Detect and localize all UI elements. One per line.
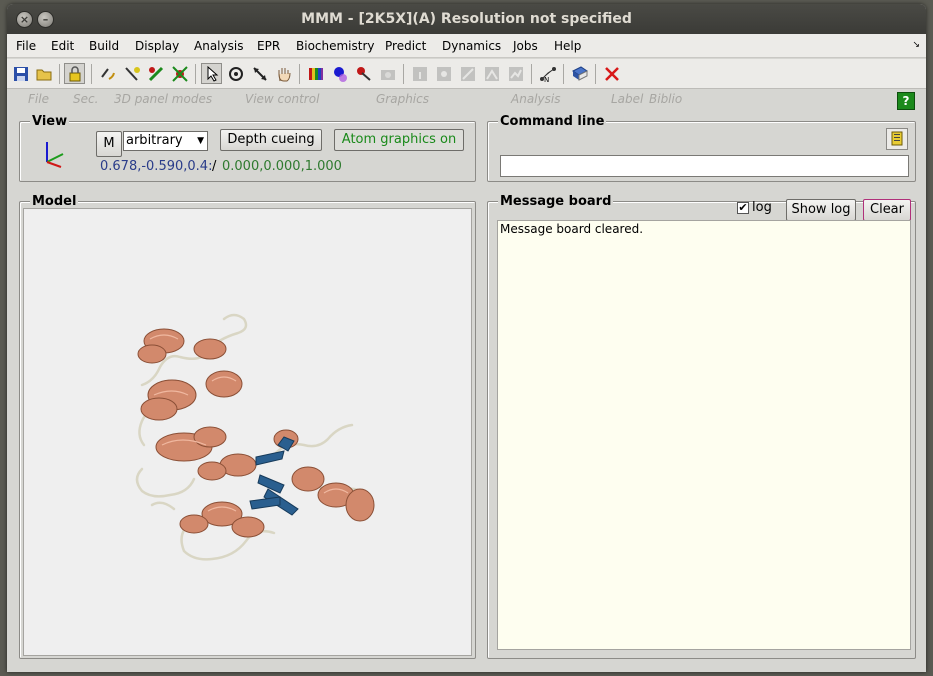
projection-value: arbitrary <box>126 133 183 148</box>
title-bar: × – MMM - [2K5X](A) Resolution not speci… <box>7 4 926 34</box>
menu-file[interactable]: File <box>16 39 36 53</box>
toolbar-separator <box>595 64 596 84</box>
view-panel: View M arbitrary ▼ Depth cueing Atom gra… <box>19 114 476 182</box>
log-checkbox-label: log <box>752 200 772 215</box>
menu-jobs[interactable]: Jobs <box>513 39 538 53</box>
toolbar-separator <box>91 64 92 84</box>
network-icon[interactable]: N <box>537 63 558 84</box>
show-log-button[interactable]: Show log <box>786 199 856 221</box>
mode-sec[interactable]: Sec. <box>73 92 98 106</box>
rotate-bond-icon[interactable] <box>97 63 118 84</box>
book-icon[interactable] <box>569 63 590 84</box>
menu-edit[interactable]: Edit <box>51 39 74 53</box>
m-button[interactable]: M <box>96 131 122 157</box>
toolbar-separator <box>403 64 404 84</box>
model-panel: Model <box>19 194 476 659</box>
view-panel-title: View <box>30 114 70 129</box>
clipboard-icon[interactable] <box>886 128 908 150</box>
mode-label[interactable]: Label <box>611 92 643 106</box>
toolbar-separator <box>195 64 196 84</box>
menu-dynamics[interactable]: Dynamics <box>442 39 501 53</box>
toolbar: N <box>7 59 926 89</box>
label-icon[interactable] <box>353 63 374 84</box>
window-title: MMM - [2K5X](A) Resolution not specified <box>301 11 632 27</box>
camera-icon[interactable] <box>377 63 398 84</box>
menu-epr[interactable]: EPR <box>257 39 280 53</box>
menu-predict[interactable]: Predict <box>385 39 426 53</box>
view-vector-value: 0.678,-0.590,0.4: <box>100 159 213 174</box>
pointer-icon[interactable] <box>201 63 222 84</box>
mutate-icon[interactable] <box>145 63 166 84</box>
up-vector-value: 0.000,0.000,1.000 <box>222 159 342 174</box>
toolbar-separator <box>531 64 532 84</box>
mode-graphics[interactable]: Graphics <box>376 92 429 106</box>
log-checkbox[interactable]: ✔ <box>737 202 749 214</box>
command-line-panel: Command line <box>487 114 916 182</box>
rotate-icon[interactable] <box>225 63 246 84</box>
menu-analysis[interactable]: Analysis <box>194 39 243 53</box>
close-x-icon[interactable] <box>601 63 622 84</box>
toolbar-separator <box>563 64 564 84</box>
menu-help[interactable]: Help <box>554 39 581 53</box>
add-atom-icon[interactable] <box>121 63 142 84</box>
menu-build[interactable]: Build <box>89 39 119 53</box>
model-panel-title: Model <box>30 194 79 209</box>
atom-graphics-button[interactable]: Atom graphics on <box>334 129 464 151</box>
message-board-title: Message board <box>498 194 614 209</box>
mode-biblio[interactable]: Biblio <box>649 92 682 106</box>
toolbar-separator <box>299 64 300 84</box>
message-board-panel: Message board ✔ log Show log Clear Messa… <box>487 194 916 659</box>
menu-display[interactable]: Display <box>135 39 179 53</box>
help-button[interactable]: ? <box>897 92 915 110</box>
clear-button[interactable]: Clear <box>863 199 911 221</box>
chevron-down-icon: ▼ <box>197 136 204 146</box>
menu-bar: File Edit Build Display Analysis EPR Bio… <box>7 34 926 58</box>
open-folder-icon[interactable] <box>33 63 54 84</box>
vector-separator: / <box>212 159 217 174</box>
mode-analysis[interactable]: Analysis <box>511 92 560 106</box>
command-input[interactable] <box>500 155 909 177</box>
mode-file[interactable]: File <box>28 92 49 106</box>
select-residue-icon[interactable] <box>169 63 190 84</box>
axes-icon <box>46 142 64 168</box>
plot-icon[interactable] <box>505 63 526 84</box>
zoom-icon[interactable] <box>249 63 270 84</box>
tag-icon[interactable] <box>433 63 454 84</box>
measure-angle-icon[interactable] <box>481 63 502 84</box>
model-viewport[interactable] <box>23 208 472 656</box>
pan-hand-icon[interactable] <box>273 63 294 84</box>
projection-select[interactable]: arbitrary ▼ <box>123 131 208 151</box>
svg-text:N: N <box>544 76 549 83</box>
color-icon[interactable] <box>305 63 326 84</box>
protein-structure <box>135 313 375 561</box>
command-line-title: Command line <box>498 114 607 129</box>
info-icon[interactable] <box>409 63 430 84</box>
mode-3d-panel[interactable]: 3D panel modes <box>114 92 212 106</box>
mode-view-control[interactable]: View control <box>245 92 319 106</box>
surface-icon[interactable] <box>329 63 350 84</box>
lock-icon[interactable] <box>64 63 85 84</box>
message-line: Message board cleared. <box>500 222 644 236</box>
main-window: × – MMM - [2K5X](A) Resolution not speci… <box>7 4 926 672</box>
save-icon[interactable] <box>10 63 31 84</box>
depth-cueing-button[interactable]: Depth cueing <box>220 129 322 151</box>
menu-biochemistry[interactable]: Biochemistry <box>296 39 375 53</box>
measure-distance-icon[interactable] <box>457 63 478 84</box>
menu-overflow-icon[interactable]: ↘ <box>912 40 920 50</box>
toolbar-separator <box>59 64 60 84</box>
message-board-log[interactable]: Message board cleared. <box>497 220 911 650</box>
panel-mode-bar: File Sec. 3D panel modes View control Gr… <box>7 90 926 112</box>
